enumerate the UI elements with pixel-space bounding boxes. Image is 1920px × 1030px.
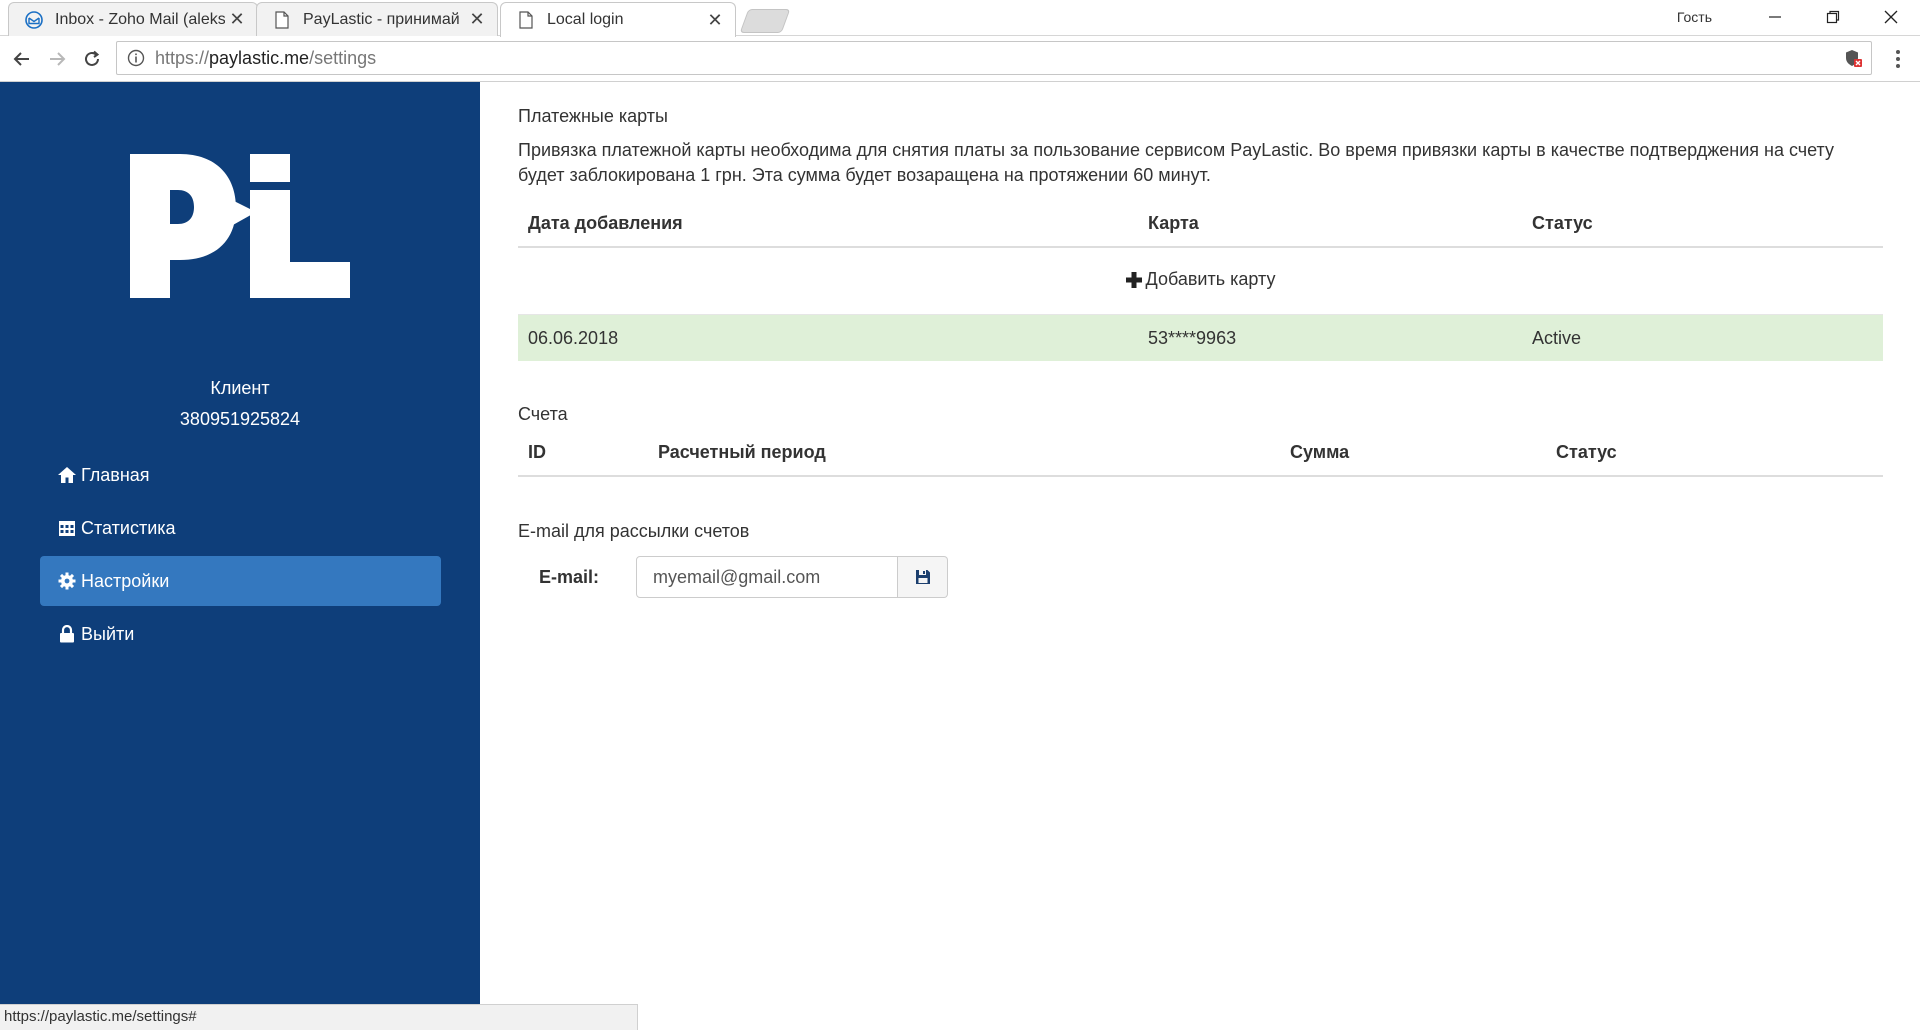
side-nav: Главная Статистика Настройки Выйти	[40, 450, 441, 662]
new-tab-button[interactable]	[739, 9, 791, 33]
column-header-status: Статус	[1546, 429, 1883, 477]
lock-icon	[57, 624, 77, 644]
card-number: 53****9963	[1138, 314, 1522, 361]
address-bar[interactable]: https://paylastic.me/settings	[116, 41, 1872, 75]
email-section-title: E-mail для рассылки счетов	[518, 521, 750, 541]
restore-icon[interactable]	[1804, 0, 1862, 34]
gear-icon	[57, 571, 77, 591]
client-phone: 380951925824	[179, 409, 301, 429]
reload-icon[interactable]	[78, 45, 106, 73]
browser-menu-icon[interactable]	[1886, 46, 1910, 72]
nav-item-statistics[interactable]: Статистика	[40, 503, 441, 553]
tab-title: Local login	[547, 11, 624, 28]
blocked-content-icon[interactable]	[1843, 48, 1863, 68]
nav-item-label: Настройки	[81, 570, 170, 591]
mail-icon	[23, 9, 45, 31]
close-icon[interactable]: ✕	[225, 8, 249, 32]
column-header-card: Карта	[1138, 200, 1522, 248]
email-field[interactable]	[636, 556, 898, 598]
page-icon	[515, 9, 537, 31]
table-row: 06.06.2018 53****9963 Active	[518, 314, 1883, 361]
forward-arrow-icon[interactable]	[43, 45, 71, 73]
url-scheme: https://	[155, 47, 210, 68]
plus-icon	[1125, 271, 1142, 288]
column-header-status: Статус	[1522, 200, 1883, 248]
paylastic-logo	[128, 152, 353, 302]
close-window-icon[interactable]	[1862, 0, 1920, 34]
email-label: E-mail:	[539, 566, 600, 587]
nav-item-settings[interactable]: Настройки	[40, 556, 441, 606]
url-path: /settings	[309, 47, 377, 68]
column-header-period: Расчетный период	[648, 429, 1280, 477]
table-header-row: Дата добавления Карта Статус	[518, 200, 1883, 248]
nav-item-logout[interactable]: Выйти	[40, 609, 441, 659]
save-email-button[interactable]	[898, 556, 948, 598]
calendar-icon	[57, 518, 77, 538]
cards-section-title: Платежные карты	[518, 106, 668, 126]
nav-item-label: Выйти	[81, 623, 135, 644]
table-header-row: ID Расчетный период Сумма Статус	[518, 429, 1883, 477]
info-icon[interactable]	[125, 47, 147, 69]
sidebar: Клиент 380951925824 Главная Статистика Н…	[0, 82, 480, 1030]
client-label: Клиент	[210, 378, 270, 398]
browser-tab-zoho[interactable]: Inbox - Zoho Mail (aleksa ✕	[8, 2, 258, 36]
minimize-icon[interactable]	[1746, 0, 1804, 34]
invoices-section-title: Счета	[518, 404, 568, 424]
column-header-amount: Сумма	[1280, 429, 1546, 477]
tab-title: PayLastic - принимай ка	[303, 10, 465, 28]
column-header-id: ID	[518, 429, 648, 477]
add-card-label: Добавить карту	[1145, 269, 1276, 290]
invoices-table: ID Расчетный период Сумма Статус	[518, 429, 1883, 477]
browser-tab-local-login[interactable]: Local login ✕	[500, 2, 736, 37]
column-header-date: Дата добавления	[518, 200, 1138, 248]
cards-description: Привязка платежной карты необходима для …	[518, 140, 1834, 185]
nav-item-label: Статистика	[81, 517, 176, 538]
browser-toolbar: https://paylastic.me/settings	[0, 36, 1920, 82]
close-icon[interactable]: ✕	[465, 8, 489, 32]
nav-item-home[interactable]: Главная	[40, 450, 441, 500]
main-content: Платежные карты Привязка платежной карты…	[518, 82, 1883, 598]
save-icon	[915, 569, 931, 585]
page-icon	[271, 9, 293, 31]
window-controls: Гость	[1677, 0, 1920, 34]
status-bar-url: https://paylastic.me/settings#	[0, 1004, 638, 1030]
url-host: paylastic.me	[209, 47, 310, 68]
browser-tab-paylastic[interactable]: PayLastic - принимай ка ✕	[256, 2, 498, 36]
add-card-button[interactable]: Добавить карту	[1125, 269, 1276, 290]
back-arrow-icon[interactable]	[8, 45, 36, 73]
cards-table: Дата добавления Карта Статус Добавить ка…	[518, 200, 1883, 361]
email-form-row: E-mail:	[518, 556, 1883, 598]
browser-tab-bar: Inbox - Zoho Mail (aleksa ✕ PayLastic - …	[0, 0, 1920, 37]
nav-item-label: Главная	[81, 464, 150, 485]
add-card-cell: Добавить карту	[518, 247, 1883, 315]
home-icon	[57, 465, 77, 485]
card-date: 06.06.2018	[518, 314, 1138, 361]
tab-title: Inbox - Zoho Mail (aleksa	[55, 10, 225, 28]
guest-profile-label[interactable]: Гость	[1677, 9, 1712, 25]
add-card-row: Добавить карту	[518, 247, 1883, 315]
close-icon[interactable]: ✕	[703, 8, 727, 32]
card-status: Active	[1522, 314, 1883, 361]
